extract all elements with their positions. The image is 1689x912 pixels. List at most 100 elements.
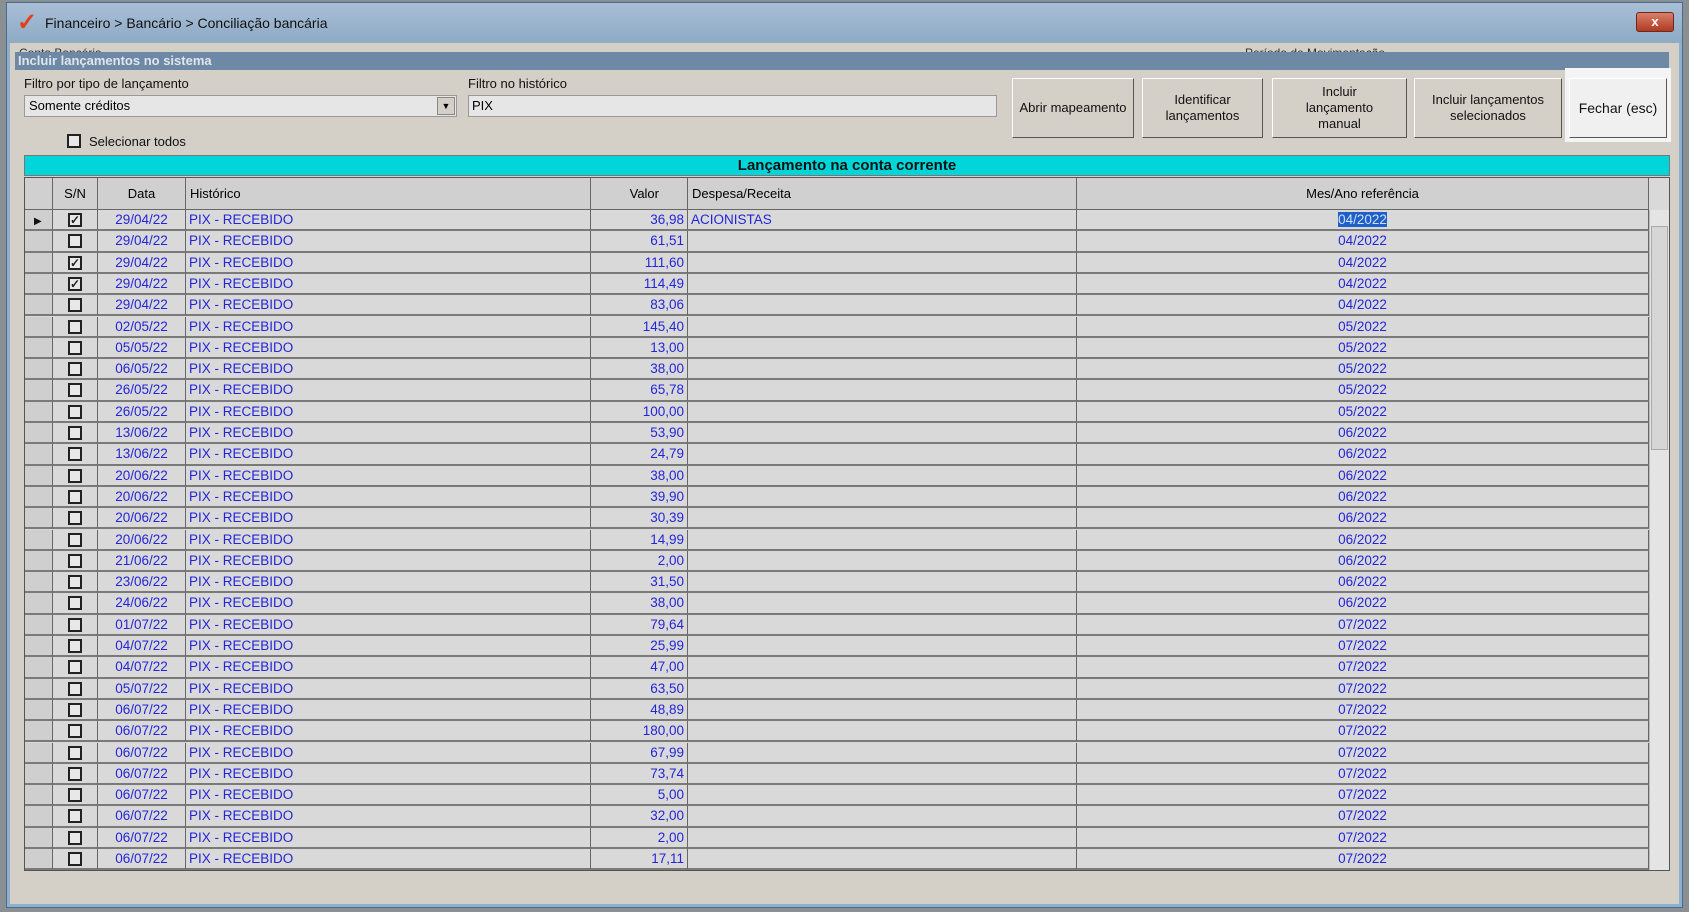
cell-category[interactable] bbox=[688, 657, 1077, 679]
row-indicator[interactable] bbox=[25, 785, 53, 807]
row-checkbox-cell[interactable] bbox=[53, 614, 98, 636]
cell-category[interactable] bbox=[688, 572, 1077, 594]
cell-date[interactable]: 04/07/22 bbox=[98, 657, 186, 679]
row-checkbox-cell[interactable]: ✓ bbox=[53, 210, 98, 232]
cell-date[interactable]: 06/07/22 bbox=[98, 763, 186, 786]
row-checkbox-cell[interactable] bbox=[53, 678, 98, 700]
cell-value[interactable]: 47,00 bbox=[591, 657, 688, 679]
cell-date[interactable]: 20/06/22 bbox=[98, 465, 186, 487]
cell-value[interactable]: 38,00 bbox=[591, 465, 688, 487]
row-checkbox-cell[interactable] bbox=[53, 486, 98, 509]
cell-history[interactable]: PIX - RECEBIDO bbox=[186, 785, 591, 807]
row-checkbox[interactable] bbox=[68, 404, 82, 419]
header-value[interactable]: Valor bbox=[591, 178, 688, 210]
row-checkbox-cell[interactable] bbox=[53, 849, 98, 870]
cell-category[interactable] bbox=[688, 763, 1077, 786]
row-checkbox-cell[interactable] bbox=[53, 785, 98, 807]
row-checkbox-cell[interactable]: ✓ bbox=[53, 273, 98, 296]
cell-date[interactable]: 06/07/22 bbox=[98, 785, 186, 807]
cell-history[interactable]: PIX - RECEBIDO bbox=[186, 614, 591, 636]
header-history[interactable]: Histórico bbox=[186, 178, 591, 210]
row-checkbox-cell[interactable] bbox=[53, 721, 98, 743]
cell-ref[interactable]: 04/2022 bbox=[1077, 273, 1649, 296]
row-checkbox-cell[interactable] bbox=[53, 380, 98, 402]
row-checkbox[interactable] bbox=[68, 575, 82, 590]
cell-value[interactable]: 180,00 bbox=[591, 721, 688, 743]
cell-value[interactable]: 14,99 bbox=[591, 529, 688, 551]
cell-ref[interactable]: 07/2022 bbox=[1077, 721, 1649, 743]
header-category[interactable]: Despesa/Receita bbox=[688, 178, 1077, 210]
cell-history[interactable]: PIX - RECEBIDO bbox=[186, 316, 591, 338]
cell-category[interactable] bbox=[688, 636, 1077, 658]
row-indicator[interactable] bbox=[25, 849, 53, 870]
row-checkbox[interactable] bbox=[68, 809, 82, 824]
cell-ref[interactable]: 05/2022 bbox=[1077, 380, 1649, 402]
cell-ref[interactable]: 04/2022 bbox=[1077, 231, 1649, 253]
row-checkbox-cell[interactable] bbox=[53, 550, 98, 573]
cell-date[interactable]: 06/07/22 bbox=[98, 806, 186, 828]
cell-category[interactable] bbox=[688, 252, 1077, 274]
cell-category[interactable] bbox=[688, 827, 1077, 849]
row-indicator[interactable] bbox=[25, 636, 53, 658]
row-checkbox[interactable] bbox=[68, 362, 82, 377]
cell-value[interactable]: 79,64 bbox=[591, 614, 688, 636]
cell-date[interactable]: 21/06/22 bbox=[98, 550, 186, 573]
cell-history[interactable]: PIX - RECEBIDO bbox=[186, 295, 591, 317]
cell-value[interactable]: 100,00 bbox=[591, 401, 688, 423]
cell-value[interactable]: 38,00 bbox=[591, 359, 688, 381]
row-indicator[interactable] bbox=[25, 763, 53, 786]
cell-history[interactable]: PIX - RECEBIDO bbox=[186, 657, 591, 679]
row-checkbox-cell[interactable] bbox=[53, 742, 98, 764]
row-checkbox-cell[interactable]: ✓ bbox=[53, 252, 98, 274]
include-selected-entries-button[interactable]: Incluir lançamentos selecionados bbox=[1414, 78, 1562, 138]
cell-value[interactable]: 25,99 bbox=[591, 636, 688, 658]
row-checkbox-cell[interactable] bbox=[53, 444, 98, 466]
cell-value[interactable]: 36,98 bbox=[591, 210, 688, 232]
cell-history[interactable]: PIX - RECEBIDO bbox=[186, 423, 591, 445]
scrollbar-thumb[interactable] bbox=[1651, 226, 1668, 450]
cell-value[interactable]: 2,00 bbox=[591, 827, 688, 849]
row-checkbox-cell[interactable] bbox=[53, 593, 98, 615]
cell-category[interactable] bbox=[688, 273, 1077, 296]
cell-date[interactable]: 24/06/22 bbox=[98, 593, 186, 615]
row-checkbox[interactable]: ✓ bbox=[68, 213, 82, 227]
cell-history[interactable]: PIX - RECEBIDO bbox=[186, 678, 591, 700]
cell-ref[interactable]: 06/2022 bbox=[1077, 423, 1649, 445]
cell-date[interactable]: 20/06/22 bbox=[98, 508, 186, 530]
row-indicator[interactable] bbox=[25, 593, 53, 615]
row-indicator[interactable] bbox=[25, 252, 53, 274]
row-checkbox-cell[interactable] bbox=[53, 636, 98, 658]
identify-entries-button[interactable]: Identificar lançamentos bbox=[1142, 78, 1263, 138]
cell-date[interactable]: 29/04/22 bbox=[98, 210, 186, 232]
cell-category[interactable] bbox=[688, 465, 1077, 487]
cell-date[interactable]: 06/07/22 bbox=[98, 849, 186, 870]
row-checkbox-cell[interactable] bbox=[53, 316, 98, 338]
cell-history[interactable]: PIX - RECEBIDO bbox=[186, 550, 591, 573]
cell-date[interactable]: 13/06/22 bbox=[98, 444, 186, 466]
row-indicator[interactable] bbox=[25, 465, 53, 487]
cell-date[interactable]: 06/07/22 bbox=[98, 699, 186, 722]
cell-history[interactable]: PIX - RECEBIDO bbox=[186, 742, 591, 764]
cell-ref[interactable]: 07/2022 bbox=[1077, 614, 1649, 636]
cell-history[interactable]: PIX - RECEBIDO bbox=[186, 827, 591, 849]
cell-date[interactable]: 20/06/22 bbox=[98, 486, 186, 509]
cell-ref[interactable]: 06/2022 bbox=[1077, 550, 1649, 573]
cell-ref[interactable]: 07/2022 bbox=[1077, 806, 1649, 828]
header-date[interactable]: Data bbox=[98, 178, 186, 210]
open-mapping-button[interactable]: Abrir mapeamento bbox=[1012, 78, 1134, 138]
row-checkbox[interactable] bbox=[68, 745, 82, 760]
close-button[interactable]: Fechar (esc) bbox=[1569, 78, 1667, 138]
cell-category[interactable] bbox=[688, 721, 1077, 743]
cell-value[interactable]: 13,00 bbox=[591, 337, 688, 360]
cell-history[interactable]: PIX - RECEBIDO bbox=[186, 486, 591, 509]
cell-value[interactable]: 63,50 bbox=[591, 678, 688, 700]
cell-category[interactable] bbox=[688, 337, 1077, 360]
cell-date[interactable]: 05/05/22 bbox=[98, 337, 186, 360]
cell-history[interactable]: PIX - RECEBIDO bbox=[186, 465, 591, 487]
row-checkbox[interactable] bbox=[68, 298, 82, 313]
cell-history[interactable]: PIX - RECEBIDO bbox=[186, 529, 591, 551]
cell-value[interactable]: 53,90 bbox=[591, 423, 688, 445]
row-checkbox[interactable] bbox=[68, 788, 82, 803]
cell-value[interactable]: 32,00 bbox=[591, 806, 688, 828]
row-checkbox[interactable] bbox=[68, 681, 82, 696]
